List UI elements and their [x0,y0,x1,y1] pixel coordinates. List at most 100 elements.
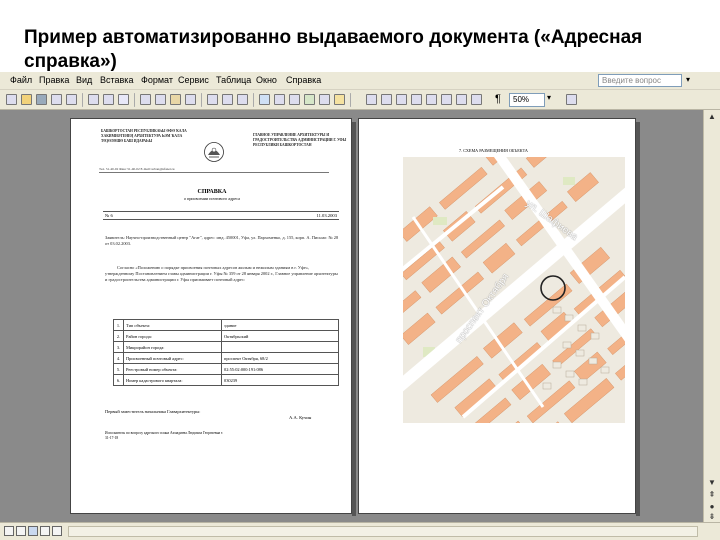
document-subtitle: о присвоении почтового адреса [183,196,241,201]
document-date: 11.03.2003 [316,213,337,218]
table-cell: 030239 [221,374,339,386]
print-preview-icon[interactable] [103,94,114,105]
toolbar-separator [253,93,254,107]
table-cell: 4. [113,352,124,364]
document-page-certificate[interactable]: БАШКОРТОСТАН РЕСПУБЛИКАҺЫ ӨФӨ ҠАЛА ХАКИМ… [70,118,352,514]
table-row: 2. Район города: Октябрьский [113,330,339,342]
menu-bar: Файл Правка Вид Вставка Формат Сервис Та… [0,72,720,90]
insert-table-icon[interactable] [289,94,300,105]
body-paragraph: Согласно «Положению о порядке присвоения… [105,265,338,282]
save-icon[interactable] [36,94,47,105]
help-dropdown-icon[interactable]: ▾ [686,75,690,84]
table-cell: 3. [113,341,124,353]
undo-dropdown-icon[interactable] [222,94,233,105]
help-icon[interactable] [566,94,577,105]
menu-tools[interactable]: Сервис [178,75,209,85]
paste-icon[interactable] [170,94,181,105]
scroll-down-icon[interactable]: ▼ [707,478,717,488]
menu-table[interactable]: Таблица [216,75,251,85]
new-document-icon[interactable] [6,94,17,105]
browse-object-icon[interactable]: ● [707,502,717,512]
open-folder-icon[interactable] [21,94,32,105]
toolbar-separator [134,93,135,107]
table-cell: Микрорайон города: [123,341,222,353]
columns-icon[interactable] [319,94,330,105]
align-left-icon[interactable] [381,94,392,105]
document-title: СПРАВКА [197,189,227,195]
slide-title: Пример автоматизированно выдаваемого док… [24,27,643,72]
table-cell: Тип объекта: [123,319,222,331]
drawing-icon[interactable] [334,94,345,105]
previous-page-icon[interactable]: ⇞ [707,490,717,500]
scroll-up-icon[interactable]: ▲ [707,112,717,122]
zoom-dropdown-icon[interactable]: ▾ [547,93,551,102]
redo-icon[interactable] [237,94,248,105]
normal-view-icon[interactable] [4,526,14,536]
permission-icon[interactable] [51,94,62,105]
table-row: 6. Номер кадастрового квартала: 030239 [113,374,339,386]
table-cell: Реестровый номер объекта: [123,363,222,375]
map-title: 7. СХЕМА РАЗМЕЩЕНИЯ ОБЪЕКТА [459,148,528,153]
table-row: 3. Микрорайон города: [113,341,339,353]
executor-info: Исполнитель по вопросу адресного плана А… [105,431,224,440]
table-cell: 2. [113,330,124,342]
document-page-map[interactable]: 7. СХЕМА РАЗМЕЩЕНИЯ ОБЪЕКТА проспект Окт… [358,118,636,514]
spelling-icon[interactable] [118,94,129,105]
table-cell: проспект Октября, 68/2 [221,352,339,364]
table-cell: 6. [113,374,124,386]
table-row: 4. Присвоенный почтовый адрес: проспект Ок… [113,352,339,364]
applicant-paragraph: Заявитель: Научно-производственный центр… [105,235,339,246]
print-icon[interactable] [88,94,99,105]
menu-format[interactable]: Формат [141,75,173,85]
cut-icon[interactable] [140,94,151,105]
help-search-input[interactable]: Введите вопрос [598,74,682,87]
table-cell: Номер кадастрового квартала: [123,374,222,386]
menu-file[interactable]: Файл [10,75,32,85]
menu-insert[interactable]: Вставка [100,75,133,85]
zoom-select[interactable]: 50% [509,93,545,107]
align-center-icon[interactable] [396,94,407,105]
email-icon[interactable] [66,94,77,105]
location-map: проспект Октября ул. Шафиева [403,157,625,423]
address-info-table: 1. Тип объекта: здание 2. Район города: Октя… [113,319,339,386]
menu-edit[interactable]: Правка [39,75,69,85]
table-cell: 5. [113,363,124,375]
toolbar-separator [82,93,83,107]
table-cell: 1. [113,319,124,331]
vertical-scrollbar[interactable]: ▲ ▼ ⇞ ● ⇟ [703,110,720,522]
print-layout-icon[interactable] [28,526,38,536]
line-spacing-icon[interactable] [441,94,452,105]
page-shadow [352,122,356,516]
signer-name: А.А. Кучин [289,415,312,420]
bullets-icon[interactable] [471,94,482,105]
view-bar [0,522,720,540]
hyperlink-icon[interactable] [259,94,270,105]
show-formatting-icon[interactable]: ¶ [495,93,501,105]
document-number-row: № 6 11.03.2003 [103,211,339,220]
next-page-icon[interactable]: ⇟ [707,512,717,522]
menu-view[interactable]: Вид [76,75,92,85]
numbering-icon[interactable] [456,94,467,105]
menu-help[interactable]: Справка [286,75,321,85]
standard-toolbar: ¶ 50% ▾ [0,90,720,110]
tables-borders-icon[interactable] [274,94,285,105]
justify-icon[interactable] [426,94,437,105]
document-number: № 6 [105,213,113,218]
header-left-text: БАШКОРТОСТАН РЕСПУБЛИКАҺЫ ӨФӨ ҠАЛА ХАКИМ… [101,129,187,143]
table-cell: здание [221,319,339,331]
undo-icon[interactable] [207,94,218,105]
page-shadow [636,122,640,516]
insert-excel-icon[interactable] [304,94,315,105]
table-cell [221,341,339,353]
menu-window[interactable]: Окно [256,75,277,85]
document-map-icon[interactable] [366,94,377,105]
horizontal-scrollbar[interactable] [68,526,698,537]
table-cell: Район города: [123,330,222,342]
align-right-icon[interactable] [411,94,422,105]
copy-icon[interactable] [155,94,166,105]
reading-view-icon[interactable] [52,526,62,536]
outline-view-icon[interactable] [40,526,50,536]
web-view-icon[interactable] [16,526,26,536]
signer-title: Первый заместитель начальника Главархите… [105,409,201,414]
format-painter-icon[interactable] [185,94,196,105]
